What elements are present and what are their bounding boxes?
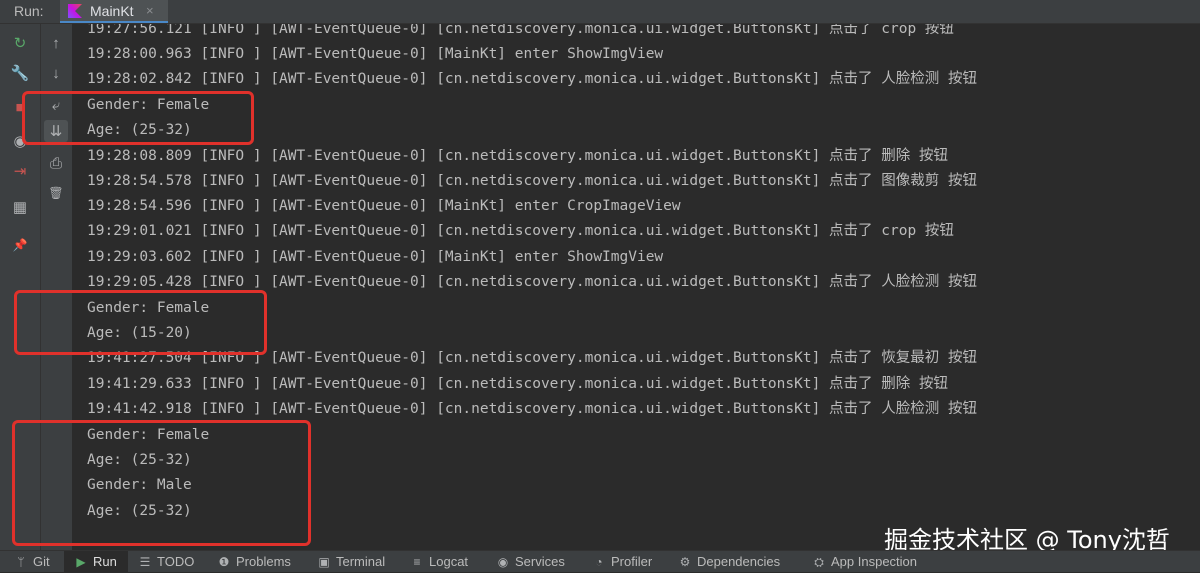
run-label: Run: bbox=[14, 3, 44, 19]
terminal-icon: ▣ bbox=[318, 555, 330, 569]
tool-tab-run[interactable]: ▶ Run bbox=[64, 551, 128, 572]
close-icon[interactable]: × bbox=[146, 3, 154, 18]
highlight-box bbox=[14, 290, 267, 355]
tool-tab-profiler[interactable]: ◔ Profiler bbox=[592, 551, 652, 572]
arrow-down-icon[interactable]: ↓ bbox=[44, 62, 68, 84]
tool-window-bar: ᛘ Git ▶ Run ☰ TODO ❶ Problems ▣ Terminal ≡ Log… bbox=[0, 550, 1200, 572]
console-line: 19:29:01.021 [INFO ] [AWT-EventQueue-0] … bbox=[87, 223, 954, 239]
console-line: 19:28:02.842 [INFO ] [AWT-EventQueue-0] … bbox=[87, 71, 977, 87]
console-line: 19:28:00.963 [INFO ] [AWT-EventQueue-0] … bbox=[87, 46, 664, 62]
todo-list-icon: ☰ bbox=[139, 555, 151, 569]
tool-tab-logcat[interactable]: ≡ Logcat bbox=[410, 551, 468, 572]
highlight-box bbox=[22, 91, 254, 145]
app-inspection-icon: ⛭ bbox=[814, 555, 824, 569]
problems-icon: ❶ bbox=[218, 555, 230, 569]
tool-tab-app-inspection[interactable]: ⛭ App Inspection bbox=[812, 551, 917, 572]
trash-icon[interactable]: 🗑 bbox=[44, 182, 68, 204]
tool-tab-services[interactable]: ◉ Services bbox=[496, 551, 565, 572]
dependencies-icon: ⚙ bbox=[679, 555, 691, 569]
print-icon[interactable]: ⎙ bbox=[44, 152, 68, 174]
highlight-box bbox=[12, 420, 311, 546]
arrow-up-icon[interactable]: ↑ bbox=[44, 32, 68, 54]
wrench-icon[interactable]: 🔧 bbox=[8, 62, 32, 84]
console-line: 19:29:03.602 [INFO ] [AWT-EventQueue-0] … bbox=[87, 249, 664, 265]
run-icon: ▶ bbox=[76, 555, 86, 569]
exit-icon[interactable]: ⇥ bbox=[8, 160, 32, 182]
console-line: 19:28:54.578 [INFO ] [AWT-EventQueue-0] … bbox=[87, 173, 977, 189]
services-icon: ◉ bbox=[497, 555, 509, 569]
run-tool-window-header: Run: MainKt × bbox=[0, 0, 1200, 24]
git-branch-icon: ᛘ bbox=[17, 555, 25, 569]
rerun-icon[interactable]: ↻ bbox=[8, 32, 32, 54]
console-line: 19:41:29.633 [INFO ] [AWT-EventQueue-0] … bbox=[87, 376, 948, 392]
logcat-icon: ≡ bbox=[413, 555, 421, 569]
tool-tab-todo[interactable]: ☰ TODO bbox=[138, 551, 195, 572]
console-line: 19:28:54.596 [INFO ] [AWT-EventQueue-0] … bbox=[87, 198, 681, 214]
console-line: 19:28:08.809 [INFO ] [AWT-EventQueue-0] … bbox=[87, 148, 948, 164]
console-line: 19:27:56.121 [INFO ] [AWT-EventQueue-0] … bbox=[87, 24, 954, 37]
pin-icon[interactable]: 📌 bbox=[8, 234, 32, 256]
tool-tab-terminal[interactable]: ▣ Terminal bbox=[317, 551, 385, 572]
console-line: 19:41:42.918 [INFO ] [AWT-EventQueue-0] … bbox=[87, 401, 977, 417]
profiler-icon: ◔ bbox=[595, 555, 603, 569]
tool-tab-dependencies[interactable]: ⚙ Dependencies bbox=[678, 551, 781, 572]
tool-tab-git[interactable]: ᛘ Git bbox=[8, 551, 64, 572]
kotlin-icon bbox=[68, 4, 82, 18]
layout-icon[interactable]: ▦ bbox=[8, 196, 32, 218]
tab-title: MainKt bbox=[90, 3, 134, 19]
tool-tab-problems[interactable]: ❶ Problems bbox=[217, 551, 291, 572]
